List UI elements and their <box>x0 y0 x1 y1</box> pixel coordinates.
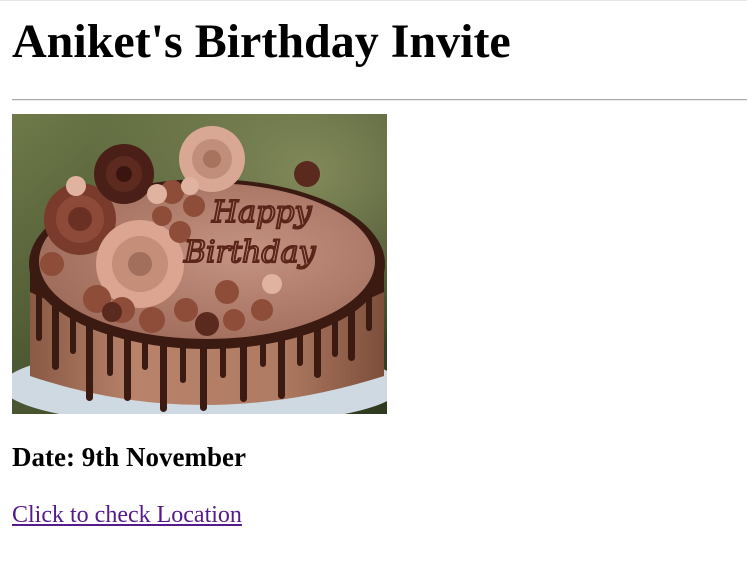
cake-text-birthday: Birthday <box>183 235 316 270</box>
cake-text-happy: Happy <box>211 195 312 230</box>
page-title: Aniket's Birthday Invite <box>12 15 511 68</box>
top-border <box>0 0 747 1</box>
event-date: Date: 9th November <box>12 442 246 472</box>
location-link[interactable]: Click to check Location <box>12 500 242 530</box>
horizontal-rule <box>12 99 747 101</box>
birthday-cake-image: Happy Birthday <box>12 114 387 414</box>
